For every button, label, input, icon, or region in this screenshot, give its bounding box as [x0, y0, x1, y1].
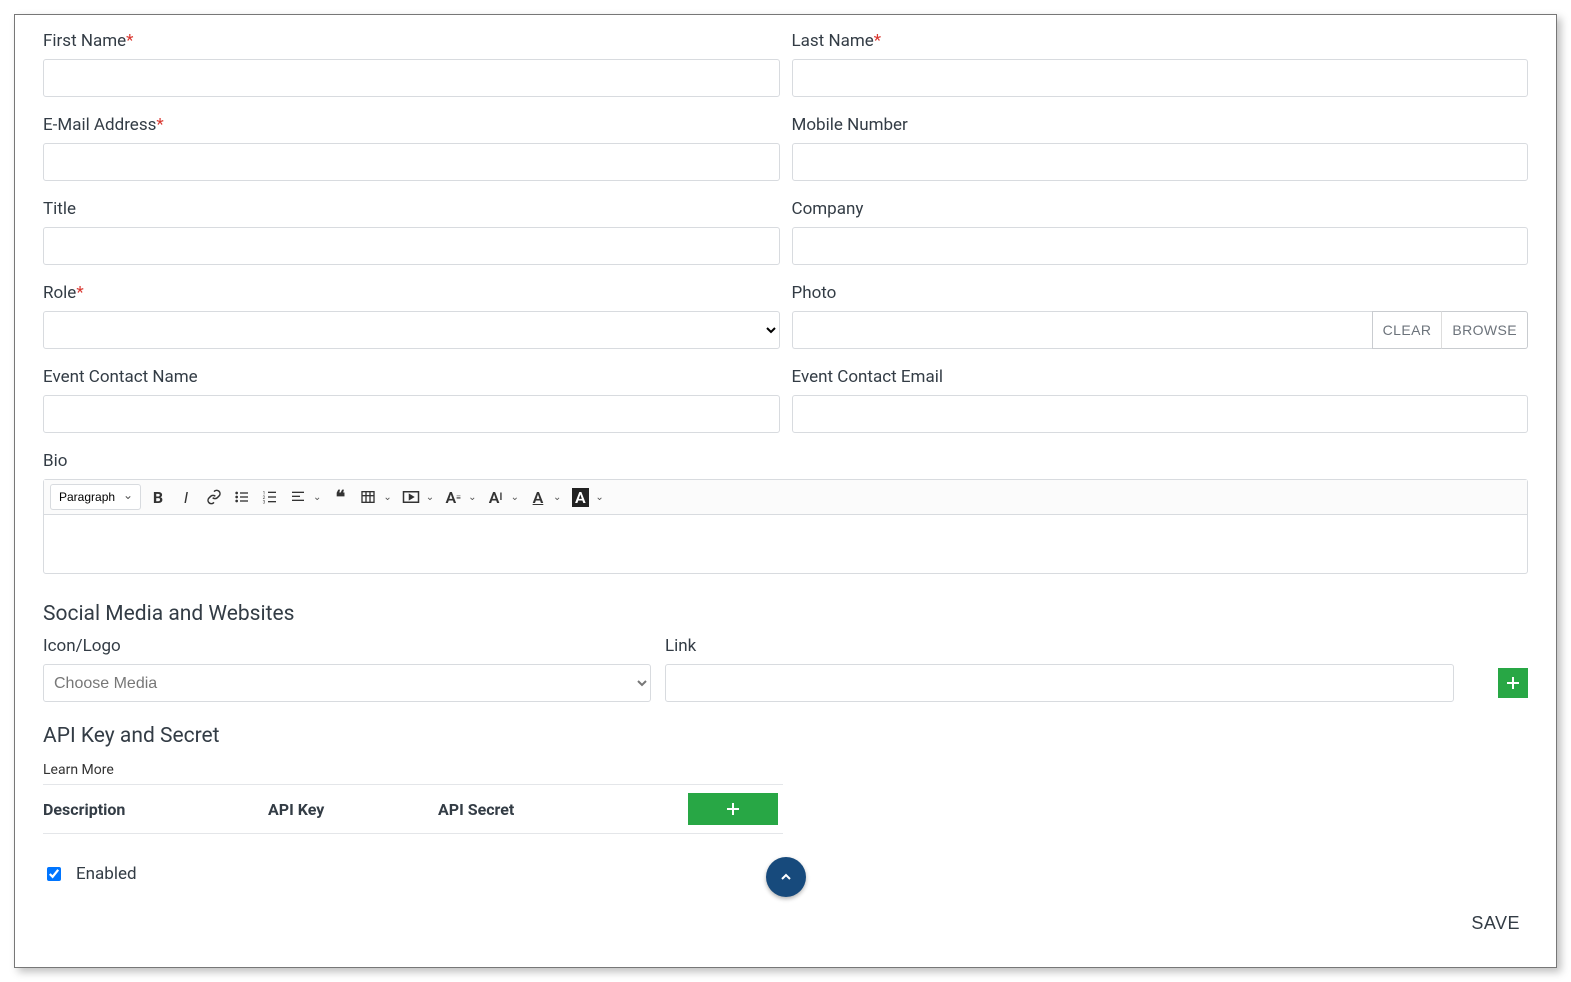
row-name: First Name* Last Name*	[43, 31, 1528, 97]
editor-toolbar: Paragraph B I 123 ⌄ ❝ ⌄ ⌄	[44, 480, 1527, 515]
plus-icon	[1507, 677, 1519, 689]
align-dropdown-icon[interactable]: ⌄	[313, 492, 321, 503]
api-col-description: Description	[43, 800, 268, 819]
email-input[interactable]	[43, 143, 780, 181]
email-label: E-Mail Address*	[43, 115, 780, 135]
highlight-dropdown-icon[interactable]: ⌄	[595, 492, 603, 503]
plus-icon	[727, 803, 739, 815]
bullet-list-icon[interactable]	[231, 486, 253, 508]
row-role-photo: Role* Photo CLEAR BROWSE	[43, 283, 1528, 349]
numbered-list-icon[interactable]: 123	[259, 486, 281, 508]
api-table: Description API Key API Secret	[43, 784, 783, 834]
social-link-input[interactable]	[665, 664, 1454, 702]
table-dropdown-icon[interactable]: ⌄	[383, 492, 391, 503]
event-contact-name-label: Event Contact Name	[43, 367, 780, 387]
event-contact-name-input[interactable]	[43, 395, 780, 433]
mobile-label: Mobile Number	[792, 115, 1529, 135]
bio-label: Bio	[43, 451, 1528, 471]
highlight-color-icon[interactable]: A	[569, 486, 591, 508]
first-name-input[interactable]	[43, 59, 780, 97]
photo-clear-button[interactable]: CLEAR	[1372, 311, 1443, 349]
form-page: First Name* Last Name* E-Mail Address* M…	[14, 14, 1557, 968]
title-label: Title	[43, 199, 780, 219]
photo-path-display	[792, 311, 1372, 349]
font-size-icon[interactable]: A≡	[442, 486, 464, 508]
italic-icon[interactable]: I	[175, 486, 197, 508]
font-family-dropdown-icon[interactable]: ⌄	[511, 492, 519, 503]
social-icon-select[interactable]: Choose Media	[43, 664, 651, 702]
api-learn-more-link[interactable]: Learn More	[43, 762, 114, 778]
title-input[interactable]	[43, 227, 780, 265]
media-dropdown-icon[interactable]: ⌄	[426, 492, 434, 503]
social-section-title: Social Media and Websites	[43, 602, 1528, 626]
chevron-up-icon	[778, 869, 794, 885]
api-col-secret: API Secret	[438, 800, 688, 819]
role-label: Role*	[43, 283, 780, 303]
last-name-input[interactable]	[792, 59, 1529, 97]
first-name-label: First Name*	[43, 31, 780, 51]
event-contact-email-input[interactable]	[792, 395, 1529, 433]
align-icon[interactable]	[287, 486, 309, 508]
svg-text:3: 3	[263, 500, 266, 505]
row-contact: E-Mail Address* Mobile Number	[43, 115, 1528, 181]
api-section-title: API Key and Secret	[43, 724, 1528, 748]
required-marker: *	[156, 115, 163, 135]
font-size-dropdown-icon[interactable]: ⌄	[468, 492, 476, 503]
editor-format-select[interactable]: Paragraph	[50, 484, 141, 510]
company-label: Company	[792, 199, 1529, 219]
role-select[interactable]	[43, 311, 780, 349]
bio-editor-body[interactable]	[44, 515, 1527, 573]
social-row: Icon/Logo Choose Media Link	[43, 636, 1528, 702]
social-add-button[interactable]	[1498, 668, 1528, 698]
company-input[interactable]	[792, 227, 1529, 265]
last-name-label: Last Name*	[792, 31, 1529, 51]
bio-editor: Paragraph B I 123 ⌄ ❝ ⌄ ⌄	[43, 479, 1528, 574]
enabled-checkbox[interactable]	[47, 867, 61, 881]
quote-icon[interactable]: ❝	[329, 486, 351, 508]
required-marker: *	[126, 31, 133, 51]
row-event-contact: Event Contact Name Event Contact Email	[43, 367, 1528, 433]
api-add-button[interactable]	[688, 793, 778, 825]
event-contact-email-label: Event Contact Email	[792, 367, 1529, 387]
scroll-up-button[interactable]	[766, 857, 806, 897]
text-color-icon[interactable]: A	[527, 486, 549, 508]
bold-icon[interactable]: B	[147, 486, 169, 508]
photo-label: Photo	[792, 283, 1529, 303]
link-icon[interactable]	[203, 486, 225, 508]
text-color-dropdown-icon[interactable]: ⌄	[553, 492, 561, 503]
required-marker: *	[76, 283, 83, 303]
mobile-input[interactable]	[792, 143, 1529, 181]
font-family-icon[interactable]: AI	[485, 486, 507, 508]
row-title-company: Title Company	[43, 199, 1528, 265]
photo-browse-button[interactable]: BROWSE	[1442, 311, 1528, 349]
save-button[interactable]: SAVE	[1465, 912, 1526, 935]
enabled-label: Enabled	[76, 864, 137, 884]
api-col-key: API Key	[268, 800, 438, 819]
social-link-label: Link	[665, 636, 1454, 656]
table-icon[interactable]	[357, 486, 379, 508]
required-marker: *	[874, 31, 881, 51]
media-icon[interactable]	[400, 486, 422, 508]
social-icon-label: Icon/Logo	[43, 636, 651, 656]
